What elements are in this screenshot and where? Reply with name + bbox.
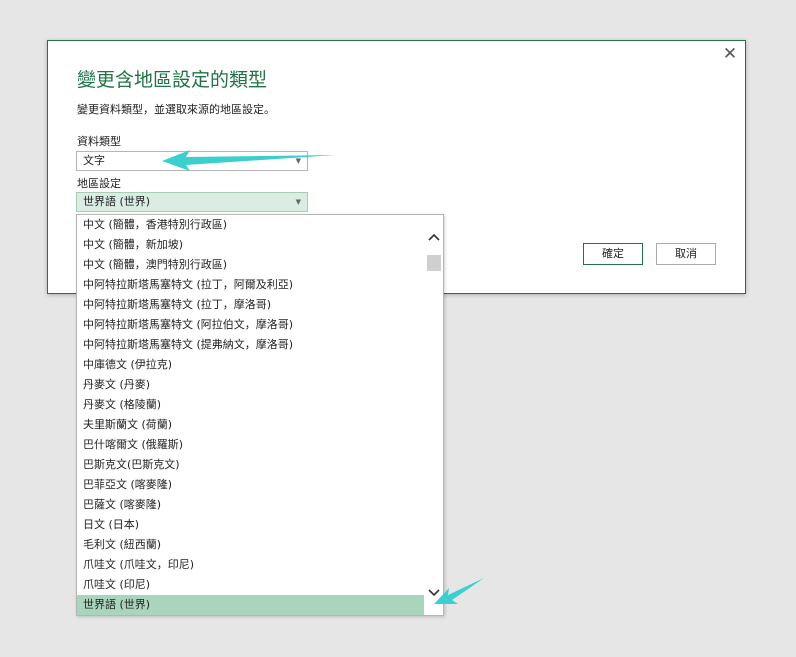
locale-list-item[interactable]: 中文 (簡體，香港特別行政區) xyxy=(77,215,424,235)
locale-list-item[interactable]: 巴薩文 (喀麥隆) xyxy=(77,495,424,515)
locale-label: 地區設定 xyxy=(77,177,121,190)
dialog-subtitle: 變更資料類型，並選取來源的地區設定。 xyxy=(77,103,275,116)
chevron-down-icon: ▼ xyxy=(295,198,301,206)
locale-list-item[interactable]: 中文 (簡體，澳門特別行政區) xyxy=(77,255,424,275)
locale-list-item[interactable]: 爪哇文 (爪哇文，印尼) xyxy=(77,555,424,575)
scroll-thumb[interactable] xyxy=(427,255,441,271)
data-type-select[interactable]: 文字 ▼ xyxy=(76,151,308,171)
locale-list-item[interactable]: 爪哇文 (印尼) xyxy=(77,575,424,595)
locale-select[interactable]: 世界語 (世界) ▼ xyxy=(76,192,308,212)
locale-list-item[interactable]: 巴什喀爾文 (俄羅斯) xyxy=(77,435,424,455)
locale-list-item[interactable]: 夫里斯蘭文 (荷蘭) xyxy=(77,415,424,435)
data-type-label: 資料類型 xyxy=(77,135,121,148)
cancel-button[interactable]: 取消 xyxy=(656,243,716,265)
locale-list-item[interactable]: 日文 (日本) xyxy=(77,515,424,535)
locale-list-item[interactable]: 中阿特拉斯塔馬塞特文 (拉丁，摩洛哥) xyxy=(77,295,424,315)
scrollbar[interactable] xyxy=(425,215,443,615)
chevron-down-icon: ▼ xyxy=(295,157,301,165)
locale-list-item[interactable]: 中文 (簡體，新加坡) xyxy=(77,235,424,255)
locale-list-item[interactable]: 中阿特拉斯塔馬塞特文 (提弗納文，摩洛哥) xyxy=(77,335,424,355)
locale-list-item[interactable]: 毛利文 (紐西蘭) xyxy=(77,535,424,555)
locale-list-item[interactable]: 巴斯克文(巴斯克文) xyxy=(77,455,424,475)
locale-items: 中文 (簡體，香港特別行政區) 中文 (簡體，新加坡) 中文 (簡體，澳門特別行政區… xyxy=(77,215,424,615)
dialog-title: 變更含地區設定的類型 xyxy=(77,69,268,91)
locale-list-item[interactable]: 中庫德文 (伊拉克) xyxy=(77,355,424,375)
locale-list-item[interactable]: 丹麥文 (丹麥) xyxy=(77,375,424,395)
locale-list-item[interactable]: 丹麥文 (格陵蘭) xyxy=(77,395,424,415)
data-type-value: 文字 xyxy=(83,154,105,167)
chevron-up-icon[interactable] xyxy=(425,229,443,245)
ok-button[interactable]: 確定 xyxy=(583,243,643,265)
chevron-down-icon[interactable] xyxy=(425,585,443,601)
locale-list-item[interactable]: 中阿特拉斯塔馬塞特文 (拉丁，阿爾及利亞) xyxy=(77,275,424,295)
close-icon[interactable]: ✕ xyxy=(719,44,741,64)
locale-value: 世界語 (世界) xyxy=(83,195,151,208)
locale-list-item[interactable]: 巴菲亞文 (喀麥隆) xyxy=(77,475,424,495)
locale-list-item[interactable]: 世界語 (世界) xyxy=(77,595,424,615)
locale-list-item[interactable]: 中阿特拉斯塔馬塞特文 (阿拉伯文，摩洛哥) xyxy=(77,315,424,335)
locale-dropdown-list[interactable]: 中文 (簡體，香港特別行政區) 中文 (簡體，新加坡) 中文 (簡體，澳門特別行政區… xyxy=(76,214,444,616)
